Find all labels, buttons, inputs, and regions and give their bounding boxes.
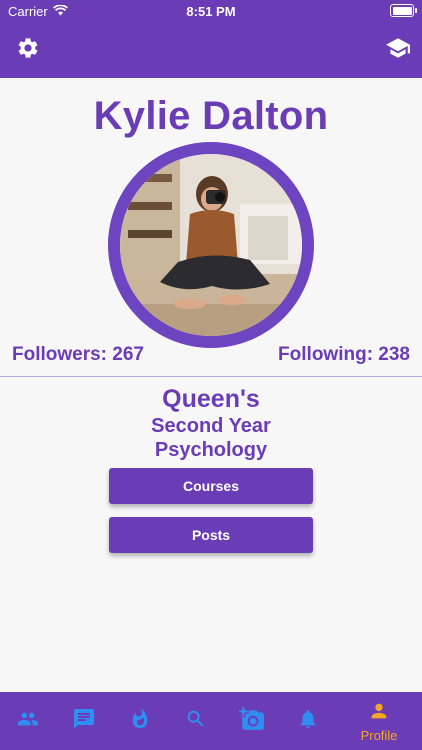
person-icon: [367, 700, 391, 727]
avatar-frame: [108, 142, 314, 348]
graduation-cap-icon: [385, 35, 411, 66]
bell-icon: [297, 707, 319, 736]
courses-nav-button[interactable]: [384, 36, 412, 64]
tab-chat[interactable]: [58, 692, 110, 750]
search-icon: [185, 708, 207, 735]
avatar-photo: [120, 154, 302, 336]
tab-trending[interactable]: [114, 692, 166, 750]
profile-name: Kylie Dalton: [93, 94, 329, 138]
following-count[interactable]: Following: 238: [278, 344, 410, 366]
clock: 8:51 PM: [186, 4, 236, 19]
profile-stats: Followers: 267 Following: 238: [12, 344, 410, 366]
add-photo-icon: [239, 706, 265, 737]
tab-add-photo[interactable]: [226, 692, 278, 750]
top-nav-bar: [0, 22, 422, 78]
tab-profile-label: Profile: [360, 727, 398, 743]
avatar[interactable]: [120, 154, 302, 336]
program-name: Psychology: [154, 439, 268, 461]
tab-search[interactable]: [170, 692, 222, 750]
tab-people[interactable]: [2, 692, 54, 750]
courses-button[interactable]: Courses: [109, 468, 313, 504]
divider: [0, 376, 422, 377]
bottom-tab-bar: Profile: [0, 692, 422, 750]
flame-icon: [129, 707, 151, 736]
posts-button[interactable]: Posts: [109, 517, 313, 553]
year-of-study: Second Year: [151, 415, 271, 437]
tab-notifications[interactable]: [282, 692, 334, 750]
school-name: Queen's: [162, 385, 260, 413]
followers-count[interactable]: Followers: 267: [12, 344, 144, 366]
status-bar: Carrier 8:51 PM: [0, 0, 422, 22]
settings-button[interactable]: [14, 36, 42, 64]
chat-icon: [72, 707, 96, 736]
battery-icon: [390, 4, 417, 17]
people-icon: [15, 708, 41, 735]
tab-profile[interactable]: Profile: [353, 692, 405, 750]
gear-icon: [16, 36, 40, 65]
